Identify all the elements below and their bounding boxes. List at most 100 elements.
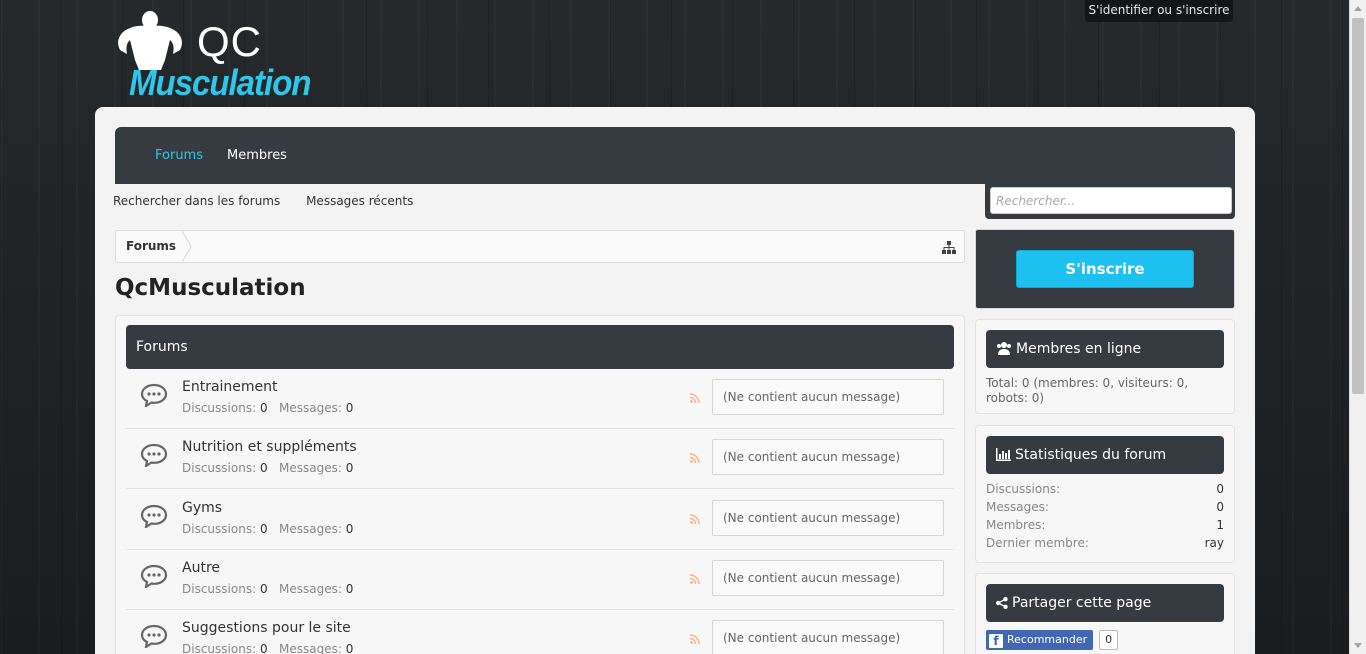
site-logo[interactable]: QC Musculation — [115, 10, 315, 103]
facebook-icon: f — [989, 634, 1003, 648]
scroll-up-arrow-icon[interactable] — [1354, 6, 1362, 11]
stat-row: Dernier membre: ray — [986, 536, 1224, 554]
stat-value: 0 — [1216, 482, 1224, 496]
messages-count: 0 — [345, 521, 354, 536]
breadcrumb-arrow-icon — [182, 231, 192, 262]
stat-row: Membres: 1 — [986, 518, 1224, 536]
last-post-box: (Ne contient aucun message) — [712, 620, 944, 654]
chat-bubble-icon — [140, 444, 168, 468]
messages-label: Messages: — [279, 461, 342, 476]
forum-stats: Discussions: 0 Messages: 0 — [182, 642, 353, 654]
breadcrumb-forums[interactable]: Forums — [116, 231, 190, 262]
share-page-block: Partager cette page f Recommander 0 — [975, 573, 1235, 654]
forum-list-header[interactable]: Forums — [126, 325, 954, 369]
logo-musculation-text: Musculation — [129, 62, 312, 103]
stat-value: 0 — [1216, 500, 1224, 514]
forum-stats: Discussions: 0 Messages: 0 — [182, 401, 353, 415]
messages-count: 0 — [345, 401, 354, 415]
stat-row: Discussions: 0 — [986, 482, 1224, 500]
online-members-title: Membres en ligne — [1016, 341, 1142, 357]
page-title: QcMusculation — [115, 275, 306, 301]
discussions-label: Discussions: — [182, 401, 257, 415]
messages-label: Messages: — [279, 401, 342, 415]
discussions-label: Discussions: — [182, 461, 257, 476]
forum-title-link[interactable]: Suggestions pour le site — [182, 620, 351, 636]
messages-count: 0 — [345, 581, 354, 596]
messages-count: 0 — [345, 461, 354, 476]
forum-row: Nutrition et suppléments Discussions: 0 M… — [126, 429, 954, 490]
discussions-count: 0 — [259, 581, 268, 596]
chat-bubble-icon — [140, 504, 168, 528]
search-input[interactable] — [990, 187, 1232, 214]
stat-row: Messages: 0 — [986, 500, 1224, 518]
recent-messages-link[interactable]: Messages récents — [306, 194, 413, 208]
forum-stats: Discussions: 0 Messages: 0 — [182, 522, 353, 536]
stat-label: Discussions: — [986, 482, 1061, 496]
last-post-box: (Ne contient aucun message) — [712, 499, 944, 536]
forum-row: Autre Discussions: 0 Messages: 0 (Ne conti… — [126, 550, 954, 610]
last-post-box: (Ne contient aucun message) — [712, 559, 944, 596]
sub-navigation: Rechercher dans les forums Messages réce… — [113, 194, 435, 208]
chat-bubble-icon — [140, 383, 168, 407]
bodybuilder-icon — [118, 11, 182, 70]
tab-membres[interactable]: Membres — [227, 148, 287, 163]
share-page-header: Partager cette page — [986, 584, 1224, 622]
scroll-down-arrow-icon[interactable] — [1354, 643, 1362, 648]
rss-icon[interactable] — [690, 574, 700, 584]
discussions-label: Discussions: — [182, 521, 257, 536]
discussions-count: 0 — [259, 521, 268, 536]
login-register-link[interactable]: S'identifier ou s'inscrire — [1085, 0, 1233, 22]
forum-row: Suggestions pour le site Discussions: 0 M… — [126, 610, 954, 654]
latest-member-link[interactable]: ray — [1205, 536, 1224, 550]
stat-label: Messages: — [986, 500, 1049, 514]
forum-stats: Discussions: 0 Messages: 0 — [182, 582, 353, 596]
tab-forums[interactable]: Forums — [155, 148, 203, 163]
discussions-count: 0 — [259, 461, 268, 476]
rss-icon[interactable] — [690, 393, 700, 403]
rss-icon[interactable] — [690, 634, 700, 645]
chat-bubble-icon — [140, 625, 168, 649]
forum-list: Forums Entrainement Discussions: 0 Messag… — [115, 315, 965, 654]
online-members-block: Membres en ligne Total: 0 (membres: 0, v… — [975, 319, 1235, 414]
forum-row: Entrainement Discussions: 0 Messages: 0 (N… — [126, 369, 954, 429]
forum-stats-title: Statistiques du forum — [1015, 447, 1167, 463]
messages-label: Messages: — [279, 642, 342, 654]
facebook-count: 0 — [1099, 630, 1119, 650]
facebook-recommend-label: Recommander — [1007, 633, 1088, 646]
stat-label: Dernier membre: — [986, 536, 1089, 550]
last-post-box: (Ne contient aucun message) — [712, 439, 944, 476]
forum-stats-block: Statistiques du forum Discussions: 0 Mess… — [975, 425, 1235, 563]
facebook-recommend-button[interactable]: f Recommander — [986, 630, 1094, 650]
stat-label: Membres: — [986, 518, 1046, 532]
forum-title-link[interactable]: Gyms — [182, 500, 222, 516]
rss-icon[interactable] — [690, 453, 700, 464]
online-members-header: Membres en ligne — [986, 330, 1224, 368]
main-navbar: Forums Membres — [115, 127, 1235, 184]
messages-count: 0 — [345, 642, 354, 654]
chat-bubble-icon — [140, 564, 168, 588]
share-icon — [996, 597, 1008, 609]
forum-title-link[interactable]: Autre — [182, 560, 220, 576]
forum-title-link[interactable]: Entrainement — [182, 379, 278, 395]
page-scrollbar[interactable] — [1349, 0, 1366, 654]
rss-icon[interactable] — [690, 513, 700, 524]
facebook-recommend: f Recommander 0 — [986, 630, 1119, 650]
sitemap-icon[interactable] — [942, 241, 956, 254]
messages-label: Messages: — [279, 581, 342, 596]
discussions-count: 0 — [259, 642, 268, 654]
register-button[interactable]: S'inscrire — [1016, 250, 1194, 288]
stat-value: 1 — [1216, 518, 1224, 532]
online-members-text: Total: 0 (membres: 0, visiteurs: 0, robo… — [986, 376, 1189, 405]
breadcrumb: Forums — [115, 230, 965, 263]
forum-row: Gyms Discussions: 0 Messages: 0 (Ne contie… — [126, 490, 954, 550]
discussions-label: Discussions: — [182, 581, 257, 596]
discussions-count: 0 — [259, 401, 268, 415]
messages-label: Messages: — [279, 521, 342, 536]
search-box — [985, 184, 1235, 219]
forum-stats-header: Statistiques du forum — [986, 436, 1224, 474]
bar-chart-icon — [996, 448, 1011, 461]
search-forums-link[interactable]: Rechercher dans les forums — [113, 194, 280, 208]
scrollbar-thumb[interactable] — [1352, 18, 1364, 394]
forum-title-link[interactable]: Nutrition et suppléments — [182, 439, 357, 455]
main-container: Forums Membres Rechercher dans les forum… — [95, 107, 1255, 654]
